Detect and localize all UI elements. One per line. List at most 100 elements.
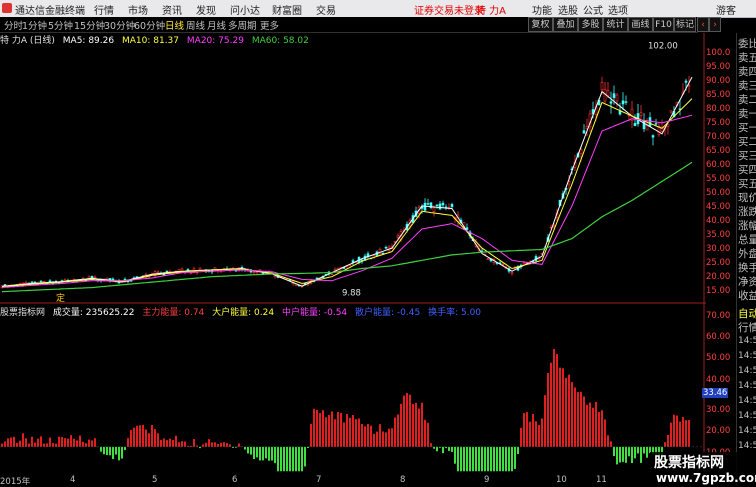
candle-body bbox=[501, 263, 505, 266]
indicator-bar bbox=[544, 395, 546, 447]
indicator-bar bbox=[166, 440, 168, 447]
menu-discover[interactable]: 发现 bbox=[196, 2, 216, 17]
menu-wealth[interactable]: 财富圈 bbox=[272, 2, 302, 17]
indicator-bar bbox=[502, 446, 504, 472]
tab-5min[interactable]: 5分钟 bbox=[48, 18, 73, 32]
tab-multi-period[interactable]: 多周期 bbox=[228, 18, 257, 32]
tab-monthly[interactable]: 月线 bbox=[207, 18, 226, 32]
indicator-bar bbox=[511, 446, 513, 472]
indicator-bar bbox=[634, 446, 636, 459]
prev-stock-icon[interactable]: ‹ bbox=[697, 17, 709, 32]
indicator-bar bbox=[109, 446, 111, 456]
indicator-bar bbox=[31, 436, 33, 447]
tab-1min[interactable]: 1分钟 bbox=[22, 18, 47, 32]
candle-body bbox=[198, 267, 202, 271]
stock-name-title: 特 力A bbox=[476, 6, 507, 17]
indicator-bar bbox=[124, 446, 126, 450]
menu-ask[interactable]: 问小达 bbox=[230, 2, 260, 17]
menu-news[interactable]: 资讯 bbox=[162, 2, 182, 17]
f10-button[interactable]: F10 bbox=[653, 17, 674, 32]
guest-login[interactable]: 游客 bbox=[716, 2, 736, 17]
tab-15min[interactable]: 15分钟 bbox=[74, 18, 105, 32]
indicator-bar bbox=[67, 438, 69, 447]
chart-area[interactable]: 102.00 9.88 定 bbox=[0, 33, 706, 475]
price-tick: 95.00 bbox=[706, 62, 731, 72]
menu-screen[interactable]: 选股 bbox=[558, 2, 578, 17]
indicator-bar bbox=[463, 446, 465, 472]
indicator-bar bbox=[574, 387, 576, 447]
restore-rights-button[interactable]: 复权 bbox=[528, 17, 553, 32]
indicator-bar bbox=[145, 429, 147, 447]
indicator-bar bbox=[85, 443, 87, 447]
tab-weekly[interactable]: 周线 bbox=[186, 18, 205, 32]
menu-markets[interactable]: 市场 bbox=[128, 2, 148, 17]
indicator-bar bbox=[52, 443, 54, 447]
tab-60min[interactable]: 60分钟 bbox=[134, 18, 165, 32]
quote-tab[interactable]: 行情 bbox=[738, 320, 756, 335]
mark-button[interactable]: 标记 bbox=[674, 17, 696, 32]
menu-formula[interactable]: 公式 bbox=[583, 2, 603, 17]
indicator-tick: 30.00 bbox=[706, 405, 731, 415]
indicator-bar bbox=[643, 446, 645, 454]
indicator-bar bbox=[46, 443, 48, 447]
login-warning[interactable]: 证券交易未登录 bbox=[414, 2, 484, 17]
indicator-bar bbox=[631, 446, 633, 464]
date-tick: 6 bbox=[232, 475, 238, 485]
indicator-bar bbox=[88, 439, 90, 447]
menu-trade[interactable]: 交易 bbox=[316, 2, 336, 17]
indicator-bar bbox=[160, 439, 162, 447]
indicator-bar bbox=[412, 404, 414, 447]
price-axis: 100.0 95.00 90.00 85.00 80.00 75.00 70.0… bbox=[706, 33, 736, 303]
tick-time: 14:50 bbox=[738, 381, 756, 391]
indicator-bar bbox=[484, 446, 486, 472]
indicator-bar bbox=[202, 444, 204, 447]
overlay-button[interactable]: 叠加 bbox=[553, 17, 578, 32]
indicator-bar bbox=[7, 438, 9, 447]
date-tick: 10 bbox=[556, 475, 567, 485]
indicator-bar bbox=[559, 367, 561, 447]
tab-more[interactable]: 更多 bbox=[260, 18, 279, 32]
tab-30min[interactable]: 30分钟 bbox=[104, 18, 135, 32]
indicator-bar bbox=[523, 413, 525, 447]
candle-body bbox=[384, 246, 388, 249]
candle-body bbox=[435, 204, 439, 206]
draw-line-button[interactable]: 画线 bbox=[628, 17, 653, 32]
auto-tab[interactable]: 自动 bbox=[738, 306, 756, 321]
candle-body bbox=[624, 101, 628, 103]
indicator-bar bbox=[640, 446, 642, 463]
indicator-bar bbox=[475, 446, 477, 472]
indicator-bar bbox=[103, 446, 105, 455]
indicator-bar bbox=[529, 421, 531, 447]
tab-daily[interactable]: 日线 bbox=[165, 18, 184, 32]
candle-body bbox=[486, 258, 490, 260]
indicator-bar bbox=[454, 446, 456, 464]
menu-options[interactable]: 选项 bbox=[608, 2, 628, 17]
ma-lines-group bbox=[1, 76, 693, 293]
menu-market[interactable]: 行情 bbox=[94, 2, 114, 17]
indicator-bar bbox=[487, 446, 489, 472]
indicator-bar bbox=[118, 446, 120, 461]
indicator-bar bbox=[289, 446, 291, 472]
tab-intraday[interactable]: 分时 bbox=[4, 18, 23, 32]
indicator-bar bbox=[538, 425, 540, 447]
indicator-bar bbox=[238, 443, 240, 447]
candle-body bbox=[621, 100, 625, 105]
indicator-bar bbox=[400, 403, 402, 447]
statistics-button[interactable]: 统计 bbox=[603, 17, 628, 32]
indicator-bar bbox=[157, 433, 159, 447]
indicator-bar bbox=[595, 401, 597, 447]
indicator-bar bbox=[460, 446, 462, 472]
quote-label: 外盘 bbox=[738, 248, 756, 260]
indicator-bar bbox=[562, 368, 564, 447]
multi-stock-button[interactable]: 多股 bbox=[578, 17, 603, 32]
indicator-bar bbox=[604, 419, 606, 447]
candle-body bbox=[609, 101, 613, 104]
indicator-bar bbox=[91, 440, 93, 447]
menu-function[interactable]: 功能 bbox=[532, 2, 552, 17]
next-stock-icon[interactable]: › bbox=[709, 17, 721, 32]
low-price-label: 9.88 bbox=[342, 288, 361, 298]
candle-body bbox=[450, 203, 454, 207]
indicator-bar bbox=[580, 391, 582, 447]
indicator-bar bbox=[553, 349, 555, 447]
indicator-bar bbox=[322, 410, 324, 447]
